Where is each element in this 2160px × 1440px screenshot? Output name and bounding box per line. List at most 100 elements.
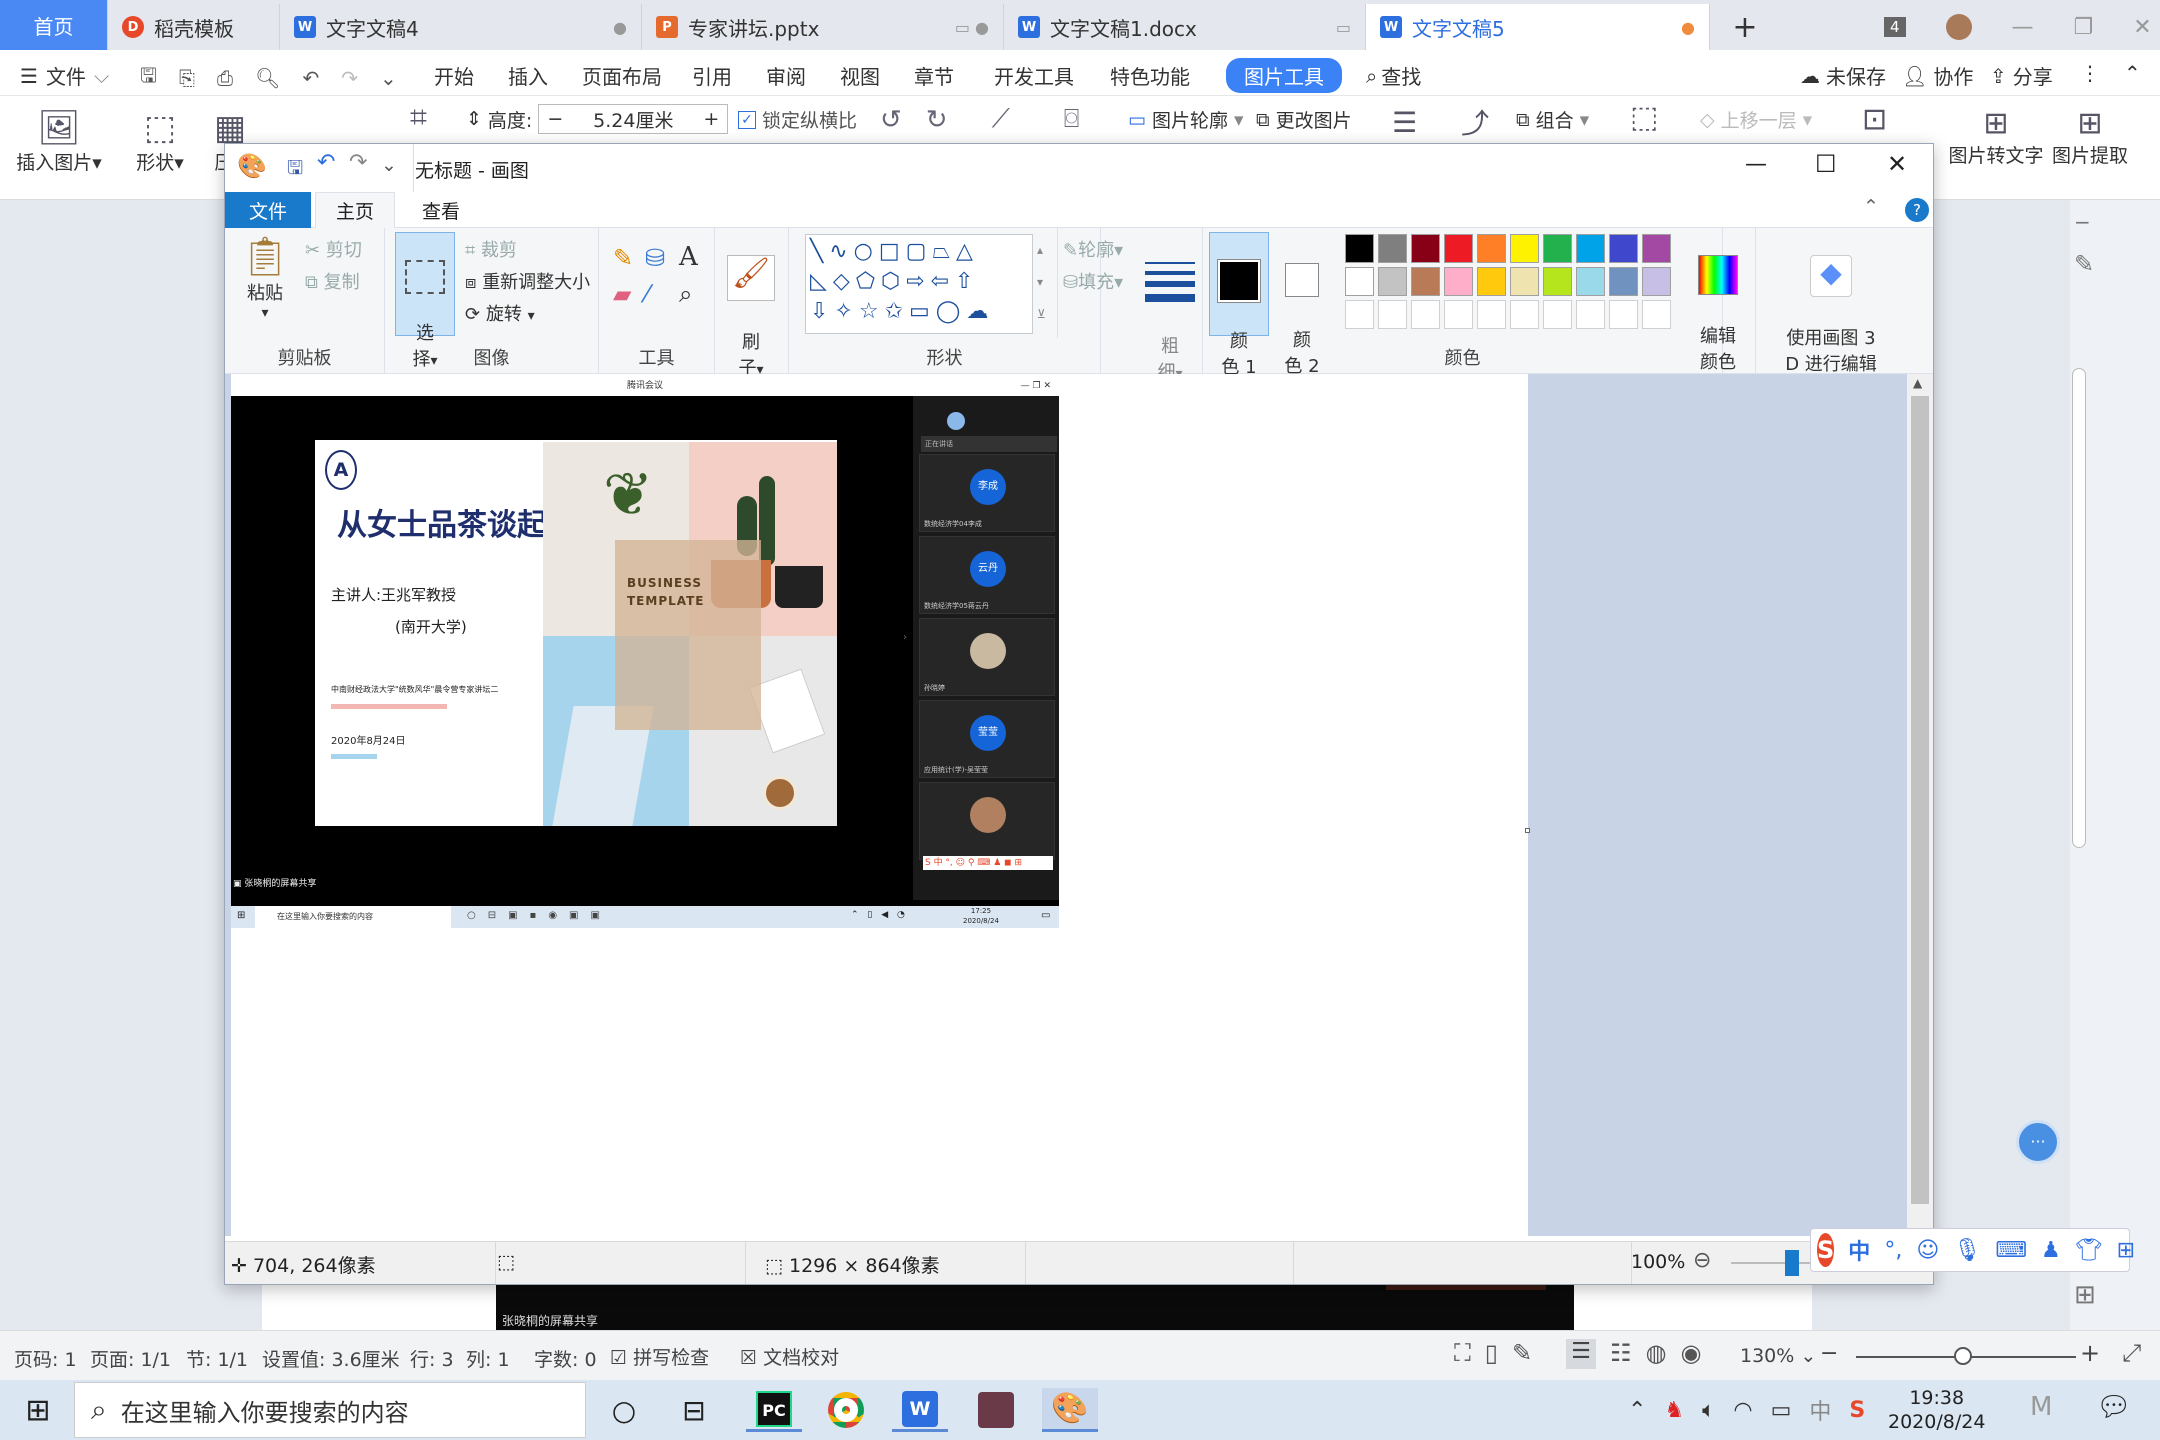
undo-icon[interactable]: ↶	[302, 66, 319, 90]
doc-embedded-image[interactable]: 张晓桐的屏幕共享	[496, 1284, 1574, 1330]
redo-icon[interactable]: ↷	[341, 66, 358, 90]
pencil-icon[interactable]: ✎	[613, 244, 633, 272]
wps-zoom[interactable]: 130% ⌄	[1740, 1345, 1816, 1367]
participant-card[interactable]: 云丹 数统经济学05蒋云丹	[919, 536, 1055, 614]
collapse-icon[interactable]: ⌃	[2124, 61, 2141, 85]
rotate-button[interactable]: ⟳ 旋转 ▾	[465, 300, 535, 326]
menu-start[interactable]: 开始	[434, 61, 474, 90]
select-button[interactable]: 选 择▾	[395, 232, 455, 370]
scroll-up-icon[interactable]: ▲	[1913, 376, 1922, 390]
palette-swatch[interactable]	[1477, 267, 1506, 296]
status-setting[interactable]: 设置值: 3.6厘米	[262, 1345, 400, 1372]
ime-mode[interactable]: 中	[1848, 1234, 1870, 1266]
palette-swatch[interactable]	[1411, 234, 1440, 263]
participant-card[interactable]: 李成 数统经济学04李成	[919, 454, 1055, 532]
rotate-icon[interactable]: ⤴	[1461, 102, 1489, 142]
web-view-icons[interactable]: ☷◍◉	[1610, 1339, 1715, 1367]
select-pane-icon[interactable]: ⬚	[1630, 100, 1658, 135]
palette-swatch[interactable]	[1510, 234, 1539, 263]
fill-bucket-icon[interactable]: ⛁	[645, 244, 665, 272]
collapse-panel-icon[interactable]: −	[2074, 210, 2091, 234]
palette-swatch[interactable]	[1345, 234, 1374, 263]
more-icon[interactable]: ⋮	[2080, 61, 2100, 85]
fullscreen-icon[interactable]: ⤢	[2122, 1339, 2141, 1367]
tab-doc5[interactable]: W 文字文稿5 ●	[1366, 4, 1710, 50]
tab-doc4[interactable]: W 文字文稿4 ●	[280, 4, 642, 50]
status-col[interactable]: 列: 1	[466, 1345, 510, 1372]
save-icon[interactable]: 🖫	[287, 154, 303, 186]
color1-button[interactable]: 颜 色 1	[1209, 232, 1269, 378]
restore-icon[interactable]: ❐	[2074, 15, 2094, 40]
eraser-icon[interactable]: ▰	[613, 280, 631, 308]
menu-picture-tools[interactable]: 图片工具	[1226, 58, 1342, 93]
cortana-icon[interactable]: ○	[596, 1388, 652, 1432]
palette-swatch[interactable]	[1642, 267, 1671, 296]
microphone-icon[interactable]: 🎙︎	[1953, 1238, 1981, 1263]
status-row[interactable]: 行: 3	[410, 1345, 454, 1372]
palette-swatch[interactable]	[1576, 300, 1605, 329]
menu-features[interactable]: 特色功能	[1110, 61, 1190, 90]
wps-zoom-out-icon[interactable]: −	[1820, 1341, 1838, 1366]
punctuation-icon[interactable]: °,	[1884, 1238, 1902, 1263]
pasted-screenshot[interactable]: 腾讯会议 — ❐ ✕ A 从女士品茶谈起 主讲人:王兆军教授 (南开大学) 中南…	[231, 376, 1059, 928]
redo-icon[interactable]: ↷	[349, 150, 367, 175]
meeting-user-avatar[interactable]	[947, 412, 965, 430]
paint-app-icon[interactable]: 🎨	[237, 152, 267, 180]
customize-qat-icon[interactable]: ⌄	[381, 154, 397, 176]
palette-swatch[interactable]	[1543, 234, 1572, 263]
skin-icon[interactable]: 👕︎	[2075, 1238, 2103, 1263]
rotate-right-icon[interactable]: ↻	[926, 105, 948, 135]
palette-swatch[interactable]	[1543, 267, 1572, 296]
paint-taskbar-icon[interactable]: 🎨	[1042, 1388, 1098, 1432]
gallery-scroll-icon[interactable]: ▴ ▾ ⊻	[1037, 234, 1046, 330]
collab-button[interactable]: 👤︎ 协作	[1902, 61, 1973, 90]
resize-button[interactable]: ⧈ 重新调整大小	[465, 268, 590, 294]
desktop-icon[interactable]: M	[2030, 1392, 2052, 1422]
zoom-slider-thumb[interactable]	[1785, 1250, 1799, 1276]
user-icon[interactable]: ♟	[2041, 1238, 2061, 1263]
menu-reference[interactable]: 引用	[692, 61, 732, 90]
palette-swatch[interactable]	[1411, 267, 1440, 296]
toolbox-icon[interactable]: ⊞	[2117, 1238, 2135, 1263]
picture-to-text-button[interactable]: ⊞ 图片转文字	[1946, 106, 2046, 168]
status-pages[interactable]: 页面: 1/1	[90, 1345, 171, 1372]
palette-swatch[interactable]	[1576, 267, 1605, 296]
paste-button[interactable]: 📋︎ 粘贴 ▾	[237, 234, 293, 321]
save-icon[interactable]: 🖫	[140, 61, 157, 95]
picture-effect-icon[interactable]: ⌼	[1064, 104, 1080, 135]
sogou-logo[interactable]: S	[1817, 1233, 1835, 1267]
panel-toggle-icon[interactable]: ›	[903, 632, 907, 643]
emoji-icon[interactable]: ☺	[1916, 1238, 1939, 1263]
tab-dot-icon[interactable]: ●	[613, 18, 627, 37]
rotate-left-icon[interactable]: ↺	[880, 105, 902, 135]
palette-swatch[interactable]	[1444, 267, 1473, 296]
preview-icon[interactable]: 🔍︎	[255, 66, 280, 90]
print-icon[interactable]: ⎙	[217, 66, 233, 90]
tab-home[interactable]: 主页	[315, 192, 395, 228]
monitor-icon[interactable]: ▭	[1336, 18, 1351, 37]
menu-developer[interactable]: 开发工具	[994, 61, 1074, 90]
unsaved-button[interactable]: ☁ 未保存	[1800, 61, 1886, 90]
unsaved-dot-icon[interactable]: ●	[1681, 18, 1695, 37]
change-picture-button[interactable]: ⧉ 更改图片	[1256, 106, 1352, 133]
decrease-icon[interactable]: −	[547, 108, 563, 130]
keyboard-icon[interactable]: ⌨	[1995, 1238, 2027, 1263]
palette-swatch[interactable]	[1576, 234, 1605, 263]
tab-ppt[interactable]: P 专家讲坛.pptx ▭ ●	[642, 4, 1004, 50]
taskbar-search[interactable]: ⌕ 在这里输入你要搜索的内容	[74, 1382, 586, 1438]
crop-button[interactable]: ⌗ 裁剪	[465, 236, 517, 262]
status-words[interactable]: 字数: 0	[534, 1345, 597, 1372]
proofread-button[interactable]: ☒ 文档校对	[740, 1343, 839, 1370]
sogou-tray-icon[interactable]: S	[1849, 1398, 1865, 1423]
collapse-ribbon-icon[interactable]: ⌃	[1863, 196, 1879, 218]
new-tab-icon[interactable]: +	[1710, 4, 1780, 50]
resize-handle[interactable]	[1525, 828, 1530, 833]
wps-zoom-thumb[interactable]	[1954, 1347, 1972, 1365]
minimize-icon[interactable]: —	[2012, 15, 2034, 40]
picture-outline-button[interactable]: ▭ 图片轮廓 ▾	[1128, 106, 1244, 133]
spell-check-button[interactable]: ☑ 拼写检查	[610, 1343, 709, 1370]
shape-polygon-icon[interactable]: ◺◇⬠⬡⇨⇦⇧	[810, 269, 979, 294]
page-view-icon[interactable]: ☰	[1566, 1339, 1596, 1369]
undo-icon[interactable]: ↶	[317, 150, 335, 175]
tab-docer[interactable]: D 稻壳模板	[108, 4, 280, 50]
